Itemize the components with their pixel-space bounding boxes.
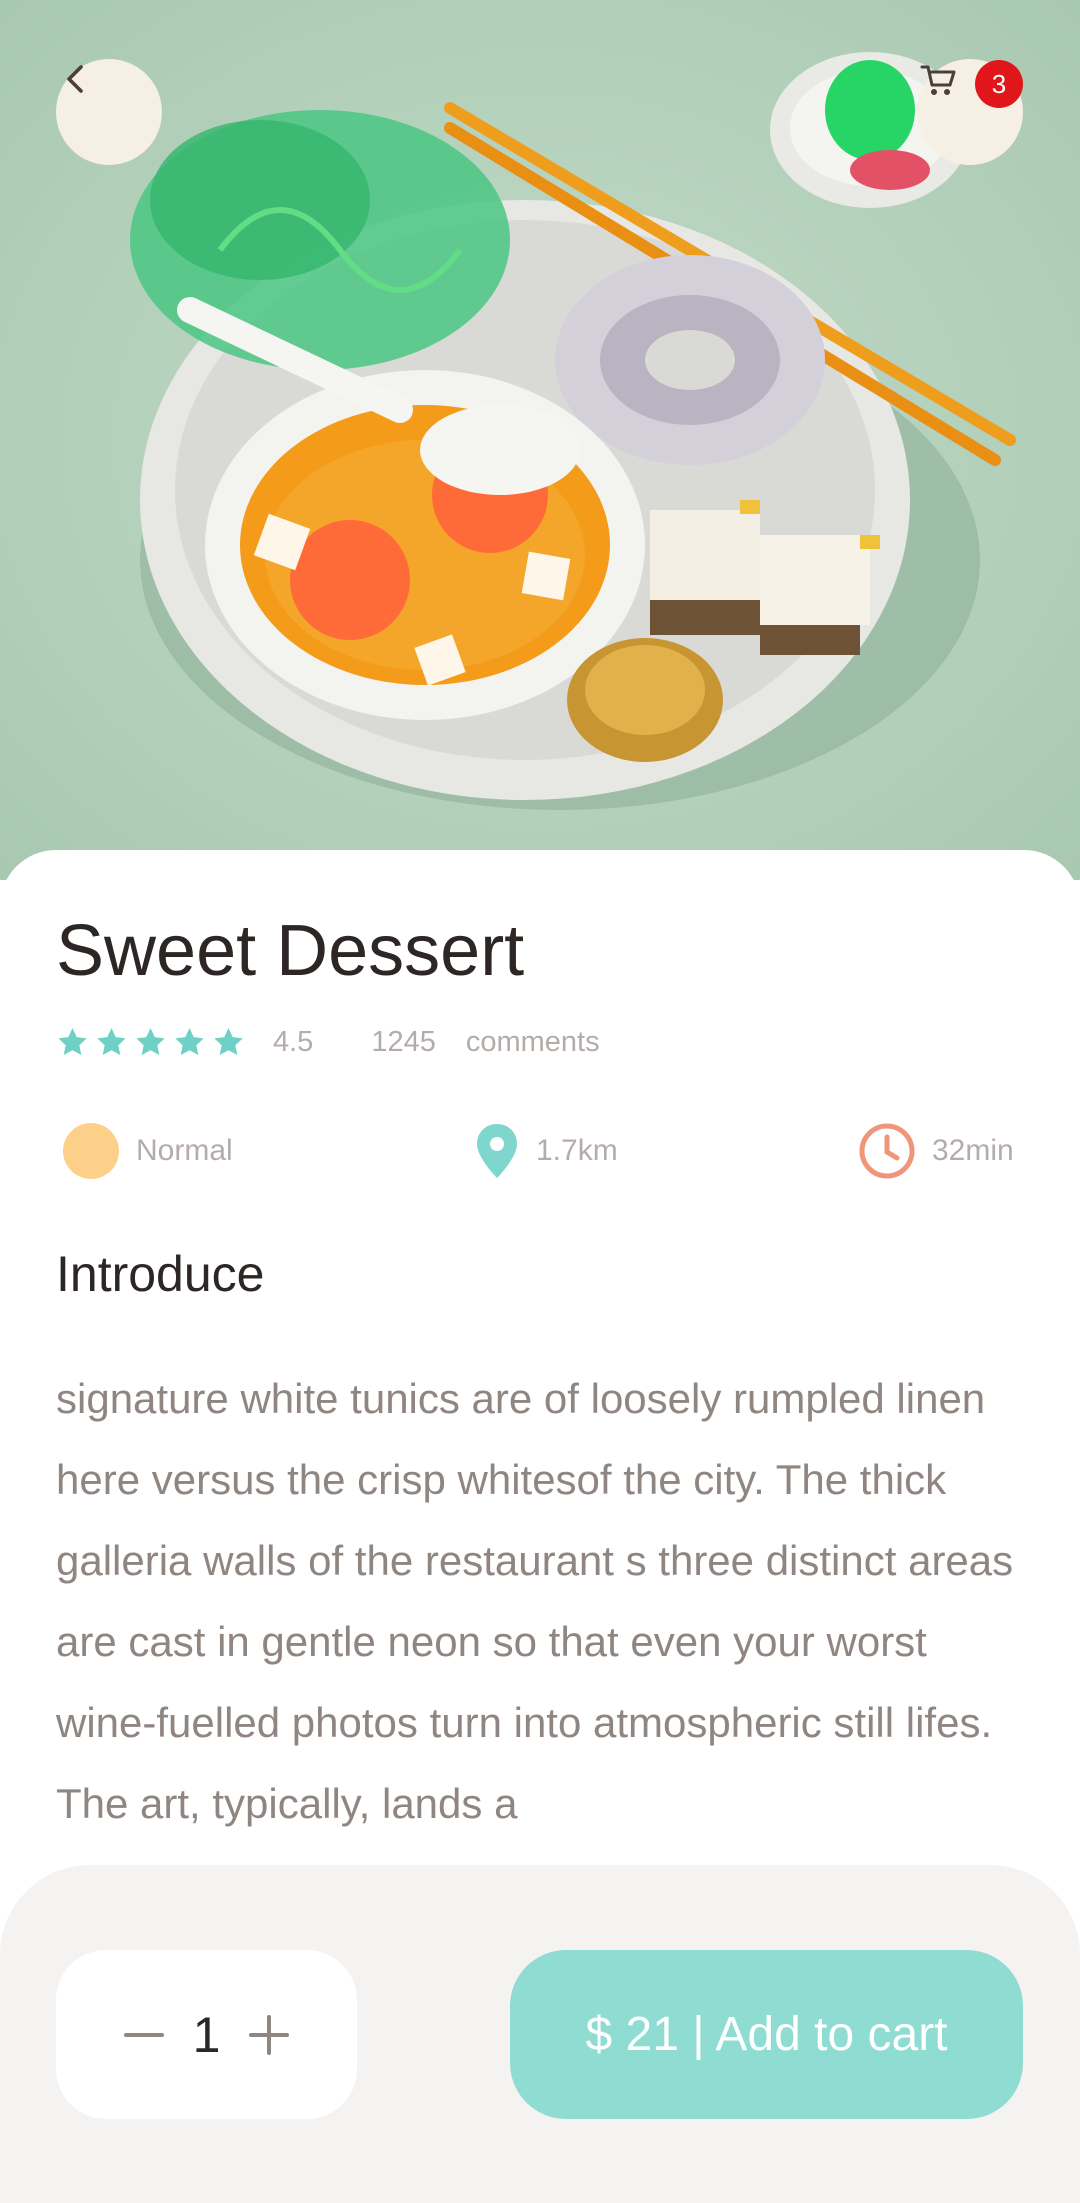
increase-button[interactable]: [249, 2014, 289, 2055]
rating-row: 4.5 1245 comments: [56, 1022, 600, 1062]
quantity-stepper: 1: [56, 1950, 357, 2119]
quantity-value: 1: [192, 2006, 221, 2063]
star-rating: [56, 1026, 245, 1059]
location-pin-icon: [477, 1124, 517, 1178]
introduce-title: Introduce: [56, 1246, 265, 1302]
plus-icon: [249, 2014, 289, 2055]
distance-text: 1.7km: [536, 1134, 618, 1167]
time-info: 32min: [858, 1120, 1014, 1182]
add-to-cart-button[interactable]: $ 21 | Add to cart: [510, 1950, 1023, 2119]
level-info: Normal: [62, 1120, 233, 1182]
star-icon: [97, 1027, 126, 1055]
star-icon: [214, 1027, 243, 1055]
cart-badge: 3: [975, 60, 1023, 108]
introduce-text: signature white tunics are of loosely ru…: [56, 1375, 1014, 1827]
decrease-button[interactable]: [124, 2015, 164, 2055]
time-text: 32min: [932, 1134, 1014, 1167]
comments-label[interactable]: comments: [466, 1026, 600, 1059]
comments-count[interactable]: 1245: [371, 1026, 436, 1059]
cart-icon: [920, 65, 956, 95]
product-title: Sweet Dessert: [56, 911, 525, 991]
rating-value: 4.5: [273, 1025, 314, 1058]
star-icon: [136, 1027, 165, 1055]
clock-icon: [859, 1123, 915, 1179]
dessert-photo: [0, 0, 1080, 880]
distance-info: 1.7km: [474, 1120, 618, 1182]
level-text: Normal: [136, 1134, 233, 1167]
hero-image: 3: [0, 0, 1080, 880]
star-icon: [175, 1027, 204, 1055]
level-dot-icon: [63, 1123, 119, 1179]
star-icon: [58, 1027, 87, 1055]
back-button[interactable]: [56, 59, 162, 165]
minus-icon: [124, 2032, 164, 2037]
chevron-left-icon: [67, 65, 83, 93]
